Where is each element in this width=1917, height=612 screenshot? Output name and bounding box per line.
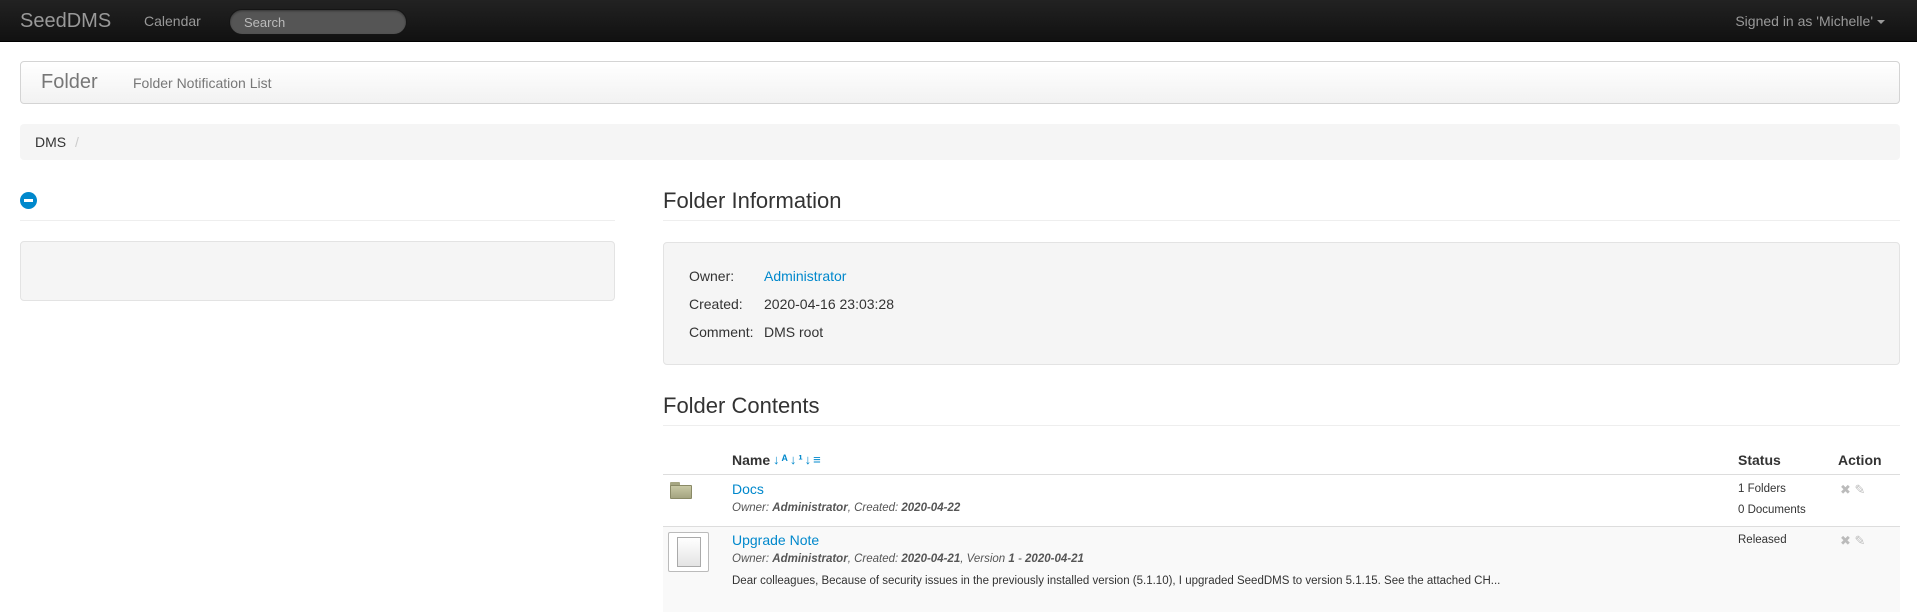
owner-label: Owner:	[689, 268, 735, 284]
document-status: Released	[1738, 534, 1787, 546]
created-label: Created:	[689, 296, 743, 312]
table-row	[663, 527, 1900, 612]
sort-order-icon[interactable]: ↓≡	[805, 452, 823, 467]
document-description: Dear colleagues, Because of security iss…	[732, 575, 1501, 587]
owner-link[interactable]: Administrator	[764, 268, 846, 284]
breadcrumb: DMS /	[20, 124, 1900, 160]
top-navbar: SeedDMS Calendar Signed in as 'Michelle'	[0, 0, 1917, 42]
column-header-action: Action	[1838, 452, 1882, 468]
edit-icon[interactable]: ✎	[1855, 533, 1866, 548]
brand-logo-link[interactable]: SeedDMS	[20, 10, 111, 33]
row-actions: ✖ ✎	[1840, 533, 1865, 549]
sort-numeric-icon[interactable]: ↓¹	[790, 452, 805, 467]
folder-link-docs[interactable]: Docs	[732, 481, 764, 497]
folder-contents-heading: Folder Contents	[663, 393, 820, 418]
breadcrumb-item-dms[interactable]: DMS	[35, 134, 66, 150]
delete-icon[interactable]: ✖	[1840, 533, 1851, 548]
table-header-divider	[663, 474, 1900, 475]
column-header-name: Name	[732, 452, 771, 468]
folder-tree-panel	[20, 241, 615, 301]
column-header-status: Status	[1738, 452, 1781, 468]
signed-in-label: Signed in as 'Michelle'	[1735, 13, 1873, 29]
chevron-down-icon	[1877, 20, 1885, 25]
folder-meta: Owner: Administrator, Created: 2020-04-2…	[732, 502, 961, 514]
sort-controls: ↓ᴬ↓¹↓≡	[773, 452, 823, 467]
comment-value: DMS root	[764, 324, 824, 340]
document-meta: Owner: Administrator, Created: 2020-04-2…	[732, 553, 1084, 565]
folder-information-panel: Owner: Administrator Created: 2020-04-16…	[663, 242, 1900, 365]
nav-calendar-link[interactable]: Calendar	[144, 13, 201, 29]
breadcrumb-separator: /	[75, 134, 79, 150]
document-icon[interactable]	[668, 532, 709, 572]
edit-icon[interactable]: ✎	[1855, 482, 1866, 497]
divider	[20, 220, 615, 221]
sort-alpha-icon[interactable]: ↓ᴬ	[773, 452, 790, 467]
user-menu-dropdown[interactable]: Signed in as 'Michelle'	[1735, 13, 1885, 29]
folder-count-status: 1 Folders	[1738, 483, 1786, 495]
search-input[interactable]	[229, 9, 407, 35]
folder-notification-list-link[interactable]: Folder Notification List	[133, 75, 272, 91]
folder-information-heading: Folder Information	[663, 188, 842, 213]
folder-icon[interactable]	[670, 482, 692, 499]
document-count-status: 0 Documents	[1738, 504, 1806, 516]
document-link-upgrade-note[interactable]: Upgrade Note	[732, 532, 819, 548]
row-actions: ✖ ✎	[1840, 482, 1865, 498]
page-subnav: Folder Folder Notification List	[20, 61, 1900, 104]
divider	[663, 220, 1900, 221]
created-value: 2020-04-16 23:03:28	[764, 296, 894, 312]
delete-icon[interactable]: ✖	[1840, 482, 1851, 497]
comment-label: Comment:	[689, 324, 754, 340]
divider	[663, 425, 1900, 426]
collapse-minus-icon[interactable]	[20, 192, 37, 209]
page-title: Folder	[41, 71, 98, 93]
